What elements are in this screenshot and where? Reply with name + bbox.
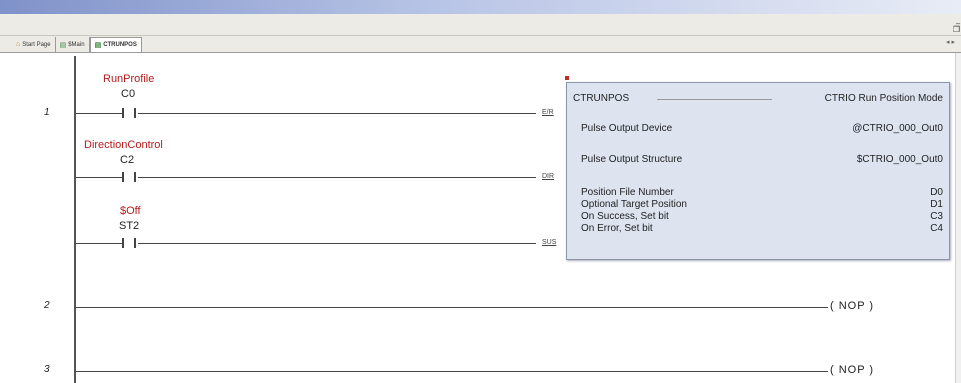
- param-value: D0: [930, 187, 943, 198]
- param-value: $CTRIO_000_Out0: [856, 154, 943, 165]
- param-value: C4: [930, 223, 943, 234]
- rung-wire: [138, 177, 536, 178]
- instruction-description: CTRIO Run Position Mode: [824, 93, 943, 104]
- window-controls: _ ❐: [939, 15, 961, 37]
- minimize-button[interactable]: _: [955, 15, 961, 25]
- param-label: On Success, Set bit: [581, 211, 669, 222]
- tab-label: $Main: [68, 41, 85, 48]
- rung-wire: [76, 243, 122, 244]
- tab-ctrunpos[interactable]: ▤ CTRUNPOS: [89, 37, 142, 52]
- contact-address: C0: [121, 88, 136, 100]
- title-bar: [0, 0, 961, 14]
- no-contact-st2[interactable]: [122, 238, 136, 248]
- rung-wire: [76, 307, 828, 308]
- left-power-rail: [74, 56, 76, 383]
- rung-wire: [138, 113, 536, 114]
- document-tab-bar: ⌂ Start Page ▤ $Main ▤ CTRUNPOS ◂ ▸: [0, 36, 961, 53]
- tab-start-page[interactable]: ⌂ Start Page: [12, 37, 56, 52]
- vertical-scrollbar[interactable]: [955, 53, 961, 383]
- contact-nickname: DirectionControl: [84, 139, 163, 151]
- rung-number: 1: [44, 107, 50, 118]
- pin-label: DIR: [542, 173, 555, 180]
- nop-coil[interactable]: ( NOP ): [830, 364, 874, 376]
- tab-label: CTRUNPOS: [103, 42, 137, 48]
- rung-number: 2: [44, 300, 50, 311]
- no-contact-c0[interactable]: [122, 108, 136, 118]
- ctrunpos-instruction-box[interactable]: CTRUNPOS CTRIO Run Position Mode Pulse O…: [566, 82, 950, 260]
- rung-wire: [76, 113, 122, 114]
- rung-number: 3: [44, 364, 50, 375]
- param-label: Pulse Output Device: [581, 123, 673, 134]
- contact-nickname: RunProfile: [103, 73, 155, 85]
- rung-wire: [76, 177, 122, 178]
- header-divider: [657, 99, 772, 100]
- nop-coil[interactable]: ( NOP ): [830, 300, 874, 312]
- no-contact-c2[interactable]: [122, 172, 136, 182]
- pin-label: E/R: [542, 109, 554, 116]
- param-value: @CTRIO_000_Out0: [852, 123, 943, 134]
- home-icon: ⌂: [16, 41, 21, 48]
- param-label: Position File Number: [581, 187, 674, 198]
- param-value: D1: [930, 199, 943, 210]
- param-label: Pulse Output Structure: [581, 154, 683, 165]
- param-label: On Error, Set bit: [581, 223, 653, 234]
- restore-button[interactable]: ❐: [952, 25, 961, 35]
- instruction-name: CTRUNPOS: [573, 93, 630, 104]
- pin-label: SUS: [542, 239, 557, 246]
- param-value: C3: [930, 211, 943, 222]
- ladder-icon: ▤: [59, 41, 67, 49]
- rung-wire: [76, 371, 828, 372]
- contact-address: C2: [120, 154, 135, 166]
- rung-wire: [138, 243, 536, 244]
- contact-nickname: $Off: [120, 205, 141, 217]
- contact-address: ST2: [119, 220, 140, 232]
- tab-label: Start Page: [22, 41, 51, 48]
- toolbar: [0, 14, 961, 36]
- tab-main[interactable]: ▤ $Main: [56, 37, 90, 52]
- tab-scroll-arrows[interactable]: ◂ ▸: [946, 38, 955, 46]
- ladder-icon: ▤: [94, 42, 102, 49]
- error-marker: [565, 76, 569, 80]
- param-label: Optional Target Position: [581, 199, 687, 210]
